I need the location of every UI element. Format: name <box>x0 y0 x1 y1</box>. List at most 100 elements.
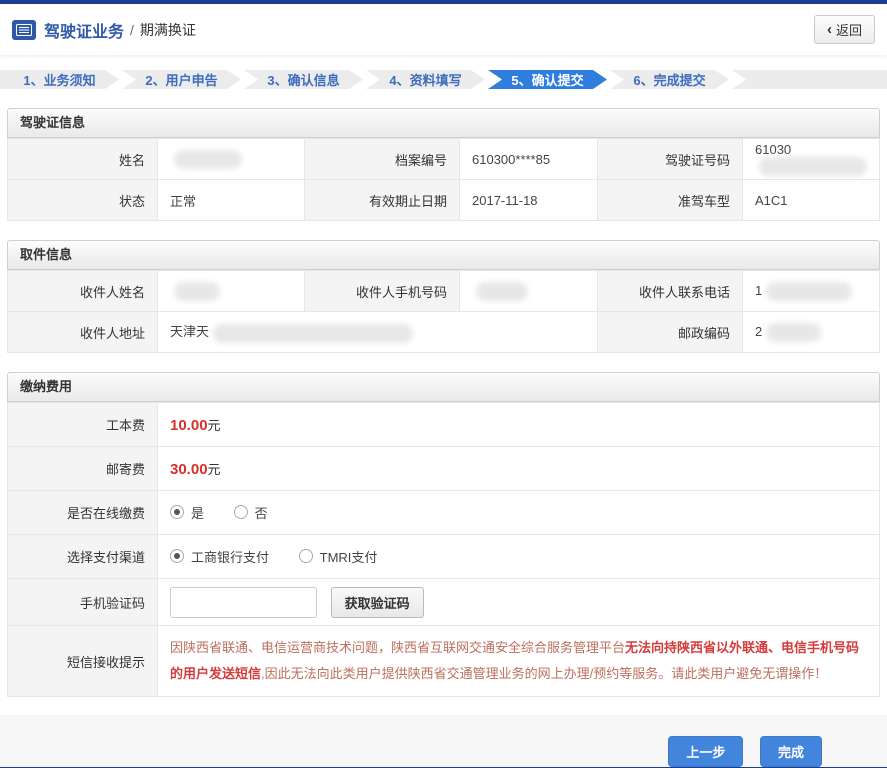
step-label: 5、确认提交 <box>511 73 584 88</box>
table-row: 邮寄费 30.00元 <box>7 446 880 491</box>
license-info-section: 驾驶证信息 姓名 档案编号 610300****85 驾驶证号码 61030 状… <box>7 108 880 221</box>
label-cell: 选择支付渠道 <box>7 534 158 579</box>
back-button-label: 返回 <box>835 23 862 38</box>
radio-label: 是 <box>191 505 205 521</box>
value-cell: 1 <box>742 270 880 312</box>
label-cell: 准驾车型 <box>597 179 743 221</box>
step-tab-4[interactable]: 4、资料填写 <box>366 70 485 89</box>
notice-part: 因陕西省联通、电信运营商技术问题，陕西省互联网交通安全综合服务管理平台 <box>170 640 626 655</box>
step-progress-bar: 1、业务须知 2、用户申告 3、确认信息 4、资料填写 5、确认提交 6、完成提… <box>0 70 887 89</box>
step-bar-filler <box>732 70 887 89</box>
value-cell: 30.00元 <box>157 446 880 491</box>
cell-text: 2017-11-18 <box>472 192 538 208</box>
label-cell: 收件人地址 <box>7 311 158 353</box>
step-label: 6、完成提交 <box>633 73 706 88</box>
step-tab-2[interactable]: 2、用户申告 <box>122 70 241 89</box>
redacted-value <box>766 281 853 301</box>
table-row: 状态 正常 有效期止日期 2017-11-18 准驾车型 A1C1 <box>7 179 880 221</box>
radio-channel-tmri[interactable]: TMRI支付 <box>298 547 377 566</box>
table-row: 工本费 10.00元 <box>7 402 880 447</box>
radio-channel-icbc[interactable]: 工商银行支付 <box>170 547 269 566</box>
section-title: 缴纳费用 <box>7 372 880 402</box>
sms-notice-text: 因陕西省联通、电信运营商技术问题，陕西省互联网交通安全综合服务管理平台无法向持陕… <box>170 640 859 681</box>
radio-icon <box>298 549 313 564</box>
label-cell: 是否在线缴费 <box>7 490 158 535</box>
page-subtitle: 期满换证 <box>139 21 196 38</box>
pickup-info-section: 取件信息 收件人姓名 收件人手机号码 收件人联系电话 1 收件人地址 天津天 邮… <box>7 240 880 353</box>
breadcrumb-separator: / <box>130 21 134 38</box>
back-button[interactable]: ‹ 返回 <box>813 15 875 44</box>
table-row: 选择支付渠道 工商银行支付 TMRI支付 <box>7 534 880 579</box>
sms-code-input[interactable] <box>170 586 317 618</box>
value-cell: 2017-11-18 <box>459 179 598 221</box>
radio-online-pay-yes[interactable]: 是 <box>170 503 204 522</box>
notice-part: ,因此无法向此类用户提供陕西省交通管理业务的网上办理/预约等服务。请此类用户避免… <box>261 666 828 681</box>
page-title: 驾驶证业务 <box>44 23 125 41</box>
radio-label: 否 <box>254 505 268 521</box>
step-label: 2、用户申告 <box>145 73 218 88</box>
cell-text: 天津天 <box>170 324 210 340</box>
label-cell: 有效期止日期 <box>304 179 460 221</box>
label-cell: 手机验证码 <box>7 578 158 626</box>
page-header: 驾驶证业务 / 期满换证 ‹ 返回 <box>0 4 887 55</box>
redacted-value <box>213 323 414 343</box>
previous-step-button[interactable]: 上一步 <box>668 736 744 767</box>
value-cell: 工商银行支付 TMRI支付 <box>157 534 880 579</box>
radio-label: 工商银行支付 <box>191 549 270 565</box>
radio-icon <box>233 505 248 520</box>
table-row: 是否在线缴费 是 否 <box>7 490 880 535</box>
label-cell: 收件人联系电话 <box>597 270 743 312</box>
payment-section: 缴纳费用 工本费 10.00元 邮寄费 30.00元 是否在线缴费 是 否 选择… <box>7 372 880 697</box>
redacted-value <box>766 322 822 342</box>
cell-text: 正常 <box>170 193 197 209</box>
cell-text: 1 <box>755 282 763 298</box>
get-sms-code-button[interactable]: 获取验证码 <box>330 586 424 618</box>
step-tab-6[interactable]: 6、完成提交 <box>610 70 729 89</box>
value-cell: 获取验证码 <box>157 578 880 626</box>
value-cell <box>157 270 305 312</box>
radio-online-pay-no[interactable]: 否 <box>233 503 268 522</box>
finish-button[interactable]: 完成 <box>759 736 822 767</box>
cell-text: 610300****85 <box>472 151 551 167</box>
license-info-table: 姓名 档案编号 610300****85 驾驶证号码 61030 状态 正常 有… <box>7 138 880 221</box>
step-tab-3[interactable]: 3、确认信息 <box>244 70 363 89</box>
table-row: 收件人姓名 收件人手机号码 收件人联系电话 1 <box>7 270 880 312</box>
cell-text: A1C1 <box>755 192 788 208</box>
table-row: 手机验证码 获取验证码 <box>7 578 880 626</box>
redacted-value <box>174 149 242 169</box>
value-cell: 因陕西省联通、电信运营商技术问题，陕西省互联网交通安全综合服务管理平台无法向持陕… <box>157 625 880 697</box>
pickup-info-table: 收件人姓名 收件人手机号码 收件人联系电话 1 收件人地址 天津天 邮政编码 2 <box>7 270 880 353</box>
cell-text: 2 <box>755 323 763 339</box>
value-cell <box>157 138 305 180</box>
redacted-value <box>476 281 528 301</box>
label-cell: 状态 <box>7 179 158 221</box>
fee-amount: 30.00 <box>170 461 208 478</box>
label-cell: 邮寄费 <box>7 446 158 491</box>
table-row: 短信接收提示 因陕西省联通、电信运营商技术问题，陕西省互联网交通安全综合服务管理… <box>7 625 880 697</box>
step-tab-1[interactable]: 1、业务须知 <box>0 70 119 89</box>
section-title: 取件信息 <box>7 240 880 270</box>
fee-unit: 元 <box>207 462 221 477</box>
label-cell: 收件人姓名 <box>7 270 158 312</box>
table-row: 姓名 档案编号 610300****85 驾驶证号码 61030 <box>7 138 880 180</box>
step-label: 1、业务须知 <box>23 73 96 88</box>
main-content: 驾驶证信息 姓名 档案编号 610300****85 驾驶证号码 61030 状… <box>0 89 887 697</box>
cell-text: 61030 <box>755 142 792 157</box>
label-cell: 收件人手机号码 <box>304 270 460 312</box>
label-cell: 档案编号 <box>304 138 460 180</box>
redacted-value <box>759 157 867 176</box>
footer-actions: 上一步 完成 <box>0 715 887 767</box>
value-cell: 正常 <box>157 179 305 221</box>
step-label: 3、确认信息 <box>267 73 340 88</box>
label-cell: 短信接收提示 <box>7 625 158 697</box>
step-tab-5[interactable]: 5、确认提交 <box>488 70 607 89</box>
table-row: 收件人地址 天津天 邮政编码 2 <box>7 311 880 353</box>
redacted-value <box>174 281 220 301</box>
section-title: 驾驶证信息 <box>7 108 880 138</box>
label-cell: 姓名 <box>7 138 158 180</box>
value-cell: 61030 <box>742 138 880 180</box>
radio-icon <box>170 505 184 520</box>
value-cell: 610300****85 <box>459 138 598 180</box>
label-cell: 邮政编码 <box>597 311 743 353</box>
value-cell: 10.00元 <box>157 402 880 447</box>
